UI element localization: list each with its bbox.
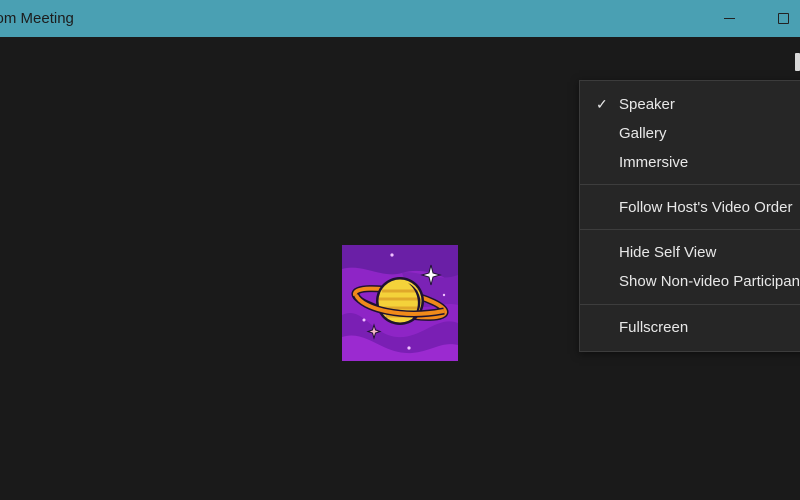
title-bar[interactable]: Zoom Meeting [0,0,800,37]
menu-item-speaker[interactable]: ✓ Speaker [580,91,800,119]
view-menu: ✓ Speaker Gallery Immersive Follow Host'… [579,80,800,352]
menu-separator [580,304,800,305]
maximize-button[interactable] [760,0,800,37]
menu-item-label: Immersive [619,154,689,171]
menu-item-label: Gallery [619,125,667,142]
menu-item-show-non-video[interactable]: Show Non-video Participants [580,268,800,296]
menu-separator [580,184,800,185]
menu-item-gallery[interactable]: Gallery [580,120,800,148]
maximize-icon [777,13,789,24]
meeting-window: Zoom Meeting [0,0,800,500]
view-button[interactable] [795,53,800,71]
menu-item-hide-self-view[interactable]: Hide Self View [580,239,800,267]
menu-item-label: Follow Host's Video Order [619,199,793,216]
menu-item-immersive[interactable]: Immersive [580,149,800,177]
menu-separator [580,229,800,230]
title-clip: Zoom Meeting [0,0,120,37]
minimize-button[interactable] [706,0,752,37]
checkmark-icon: ✓ [596,96,608,112]
window-title: Zoom Meeting [0,10,74,27]
menu-item-label: Fullscreen [619,319,689,336]
menu-item-follow-host-order[interactable]: Follow Host's Video Order [580,194,800,222]
menu-item-fullscreen[interactable]: Fullscreen [580,314,800,342]
menu-item-label: Speaker [619,96,675,113]
minimize-icon [723,17,735,20]
saturn-avatar-icon [342,245,458,361]
menu-item-label: Show Non-video Participants [619,273,800,290]
menu-item-label: Hide Self View [619,244,717,261]
video-area: ✓ Speaker Gallery Immersive Follow Host'… [0,37,800,500]
